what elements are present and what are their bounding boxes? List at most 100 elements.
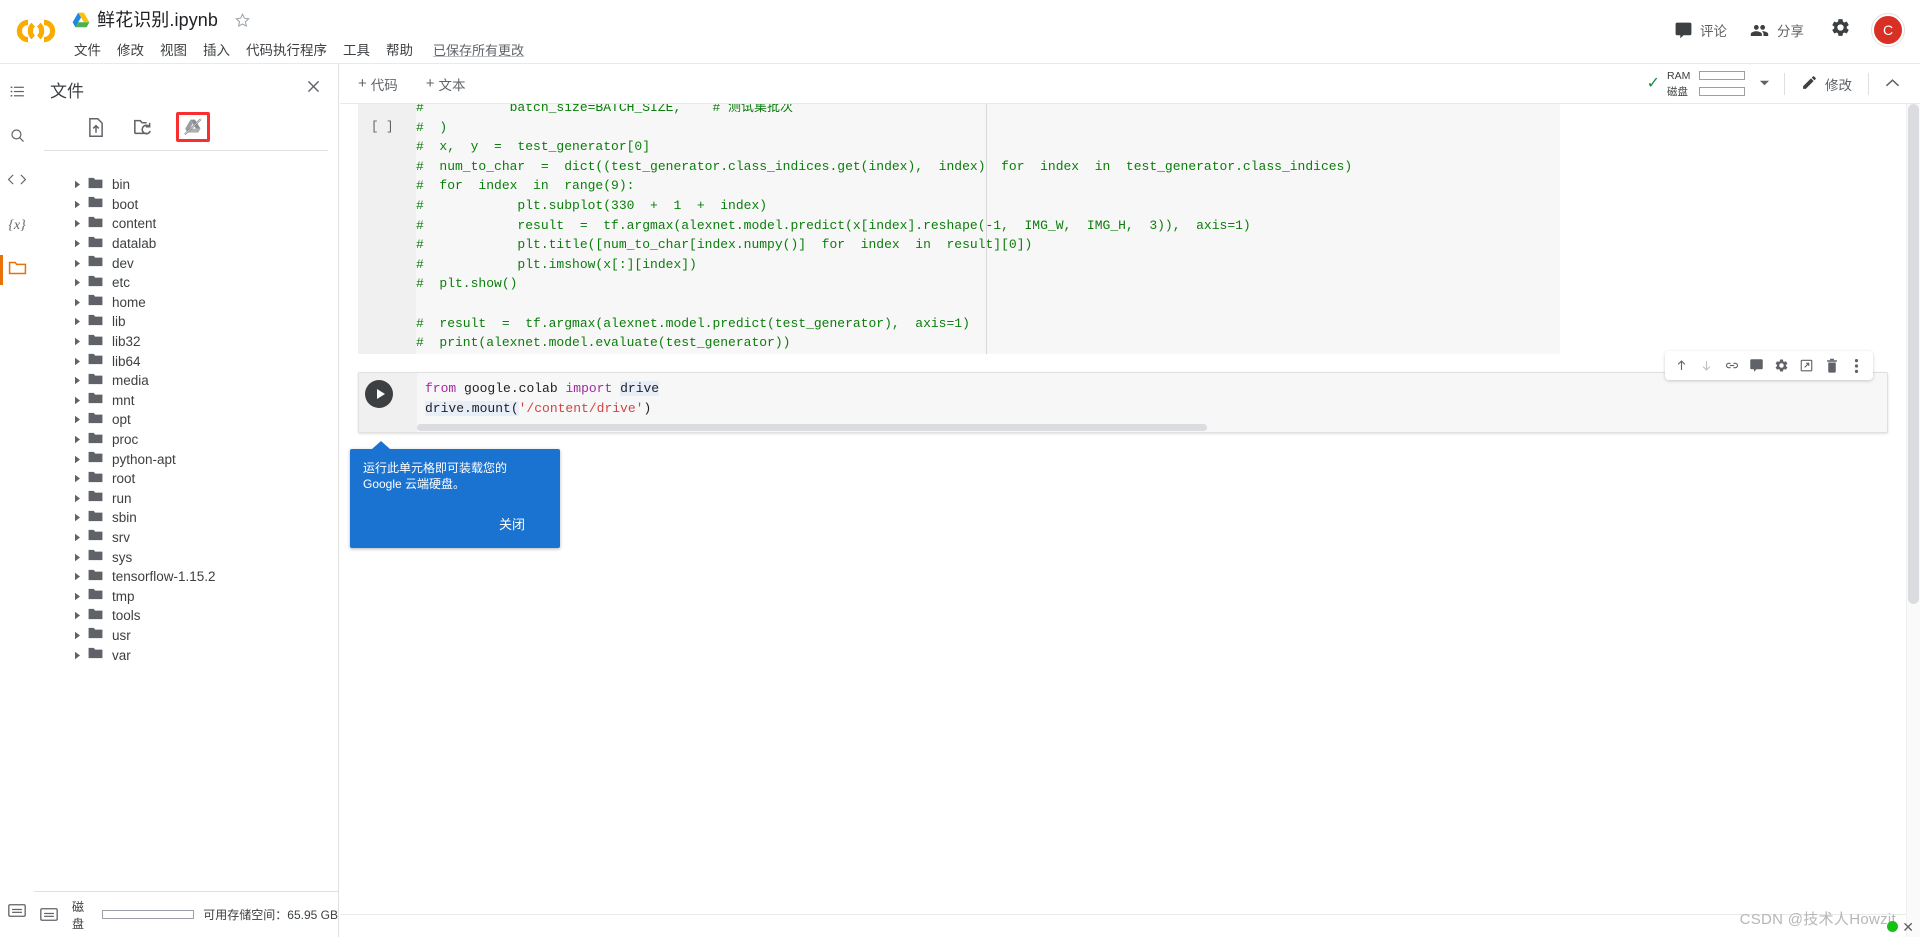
menu-item-runtime[interactable]: 代码执行程序 (238, 38, 335, 60)
file-tree-row[interactable]: root (34, 469, 338, 489)
expand-triangle-icon[interactable] (70, 611, 84, 620)
menu-item-file[interactable]: 文件 (74, 38, 109, 60)
sidebar-item-variables[interactable]: {x} (0, 204, 34, 248)
expand-triangle-icon[interactable] (70, 474, 84, 483)
link-cell-icon[interactable] (1719, 353, 1744, 378)
expand-triangle-icon[interactable] (70, 513, 84, 522)
expand-triangle-icon[interactable] (70, 592, 84, 601)
expand-triangle-icon[interactable] (70, 337, 84, 346)
comment-cell-icon[interactable] (1744, 353, 1769, 378)
file-tree-row[interactable]: srv (34, 528, 338, 548)
code-cell-1[interactable]: [ ] # batch_size=BATCH_SIZE, # 测试集批次 # ) #… (358, 104, 1560, 354)
avatar[interactable]: C (1872, 14, 1904, 46)
expand-triangle-icon[interactable] (70, 200, 84, 209)
save-status-label[interactable]: 已保存所有更改 (433, 40, 524, 59)
expand-triangle-icon[interactable] (70, 298, 84, 307)
code-cell-1-source[interactable]: # batch_size=BATCH_SIZE, # 测试集批次 # ) # x, … (416, 104, 1560, 354)
run-cell-button[interactable] (365, 380, 393, 408)
expand-triangle-icon[interactable] (70, 572, 84, 581)
cell-settings-icon[interactable] (1769, 353, 1794, 378)
menu-item-help[interactable]: 帮助 (378, 38, 421, 60)
expand-triangle-icon[interactable] (70, 651, 84, 660)
expand-triangle-icon[interactable] (70, 631, 84, 640)
menu-item-tools[interactable]: 工具 (335, 38, 378, 60)
file-tree-row[interactable]: mnt (34, 391, 338, 411)
resource-usage-widget[interactable]: ✓ RAM 磁盘 (1641, 68, 1751, 101)
vertical-scroll-thumb[interactable] (1908, 104, 1919, 604)
mirror-cell-icon[interactable] (1794, 353, 1819, 378)
colab-logo[interactable] (14, 12, 58, 50)
collapse-toolbar-button[interactable] (1875, 71, 1910, 97)
file-tree-row[interactable]: proc (34, 430, 338, 450)
close-icon[interactable] (303, 76, 324, 102)
settings-button[interactable] (1821, 10, 1860, 50)
sidebar-item-toc[interactable] (0, 72, 34, 116)
file-tree-row[interactable]: sys (34, 547, 338, 567)
file-tree-row[interactable]: lib32 (34, 332, 338, 352)
file-tree-row[interactable]: bin (34, 175, 338, 195)
cell-scroll-thumb[interactable] (417, 424, 1207, 431)
file-tree-row[interactable]: run (34, 489, 338, 509)
menu-item-insert[interactable]: 插入 (195, 38, 238, 60)
comment-button[interactable]: 评论 (1663, 13, 1738, 47)
file-tree-row[interactable]: datalab (34, 234, 338, 254)
file-tree-row[interactable]: opt (34, 410, 338, 430)
expand-triangle-icon[interactable] (70, 494, 84, 503)
move-cell-down-icon[interactable] (1694, 353, 1719, 378)
expand-triangle-icon[interactable] (70, 259, 84, 268)
cell-horizontal-scrollbar[interactable] (359, 424, 1887, 431)
code-cell-2-source[interactable]: from google.colab import drive drive.mou… (425, 379, 660, 418)
sidebar-item-code-snippets[interactable] (0, 160, 34, 204)
sidebar-item-files[interactable] (0, 248, 34, 292)
menu-item-view[interactable]: 视图 (152, 38, 195, 60)
expand-triangle-icon[interactable] (70, 278, 84, 287)
close-icon[interactable]: ✕ (1902, 919, 1914, 936)
sidebar-item-search[interactable] (0, 116, 34, 160)
code-cell-1-gutter[interactable]: [ ] (358, 104, 416, 354)
expand-triangle-icon[interactable] (70, 180, 84, 189)
terminal-toggle-button[interactable] (0, 893, 34, 933)
page-title[interactable]: 鲜花识别.ipynb (97, 9, 218, 31)
file-tree-row[interactable]: media (34, 371, 338, 391)
file-tree-row[interactable]: lib64 (34, 351, 338, 371)
file-tree-row[interactable]: content (34, 214, 338, 234)
expand-triangle-icon[interactable] (70, 317, 84, 326)
delete-cell-icon[interactable] (1819, 353, 1844, 378)
more-options-icon[interactable] (1844, 353, 1869, 378)
file-tree-row[interactable]: tensorflow-1.15.2 (34, 567, 338, 587)
file-tree-row[interactable]: dev (34, 253, 338, 273)
file-tree-row[interactable]: python-apt (34, 449, 338, 469)
file-tree-row[interactable]: tools (34, 606, 338, 626)
file-tree-row[interactable]: usr (34, 626, 338, 646)
expand-triangle-icon[interactable] (70, 376, 84, 385)
menu-item-edit[interactable]: 修改 (109, 38, 152, 60)
share-button[interactable]: 分享 (1738, 13, 1815, 47)
add-code-cell-button[interactable]: + 代码 (348, 70, 408, 98)
file-tree-row[interactable]: etc (34, 273, 338, 293)
file-tree-row[interactable]: tmp (34, 586, 338, 606)
expand-triangle-icon[interactable] (70, 239, 84, 248)
file-tree-row[interactable]: var (34, 645, 338, 665)
file-tree-row[interactable]: lib (34, 312, 338, 332)
file-tree-row[interactable]: home (34, 293, 338, 313)
move-cell-up-icon[interactable] (1669, 353, 1694, 378)
expand-triangle-icon[interactable] (70, 455, 84, 464)
expand-triangle-icon[interactable] (70, 357, 84, 366)
star-outline-icon[interactable] (234, 12, 251, 29)
vertical-scrollbar[interactable] (1906, 104, 1920, 937)
resource-dropdown-button[interactable] (1751, 79, 1778, 90)
expand-triangle-icon[interactable] (70, 219, 84, 228)
file-tree-row[interactable]: sbin (34, 508, 338, 528)
mount-drive-icon[interactable] (176, 112, 210, 142)
expand-triangle-icon[interactable] (70, 415, 84, 424)
expand-triangle-icon[interactable] (70, 533, 84, 542)
expand-triangle-icon[interactable] (70, 553, 84, 562)
refresh-folder-icon[interactable] (128, 113, 158, 141)
expand-triangle-icon[interactable] (70, 435, 84, 444)
tooltip-close-button[interactable]: 关闭 (491, 510, 533, 537)
code-cell-2[interactable]: from google.colab import drive drive.mou… (358, 351, 1888, 433)
file-tree-row[interactable]: boot (34, 195, 338, 215)
edit-button[interactable]: 修改 (1791, 70, 1862, 98)
upload-file-icon[interactable] (82, 113, 110, 142)
expand-triangle-icon[interactable] (70, 396, 84, 405)
